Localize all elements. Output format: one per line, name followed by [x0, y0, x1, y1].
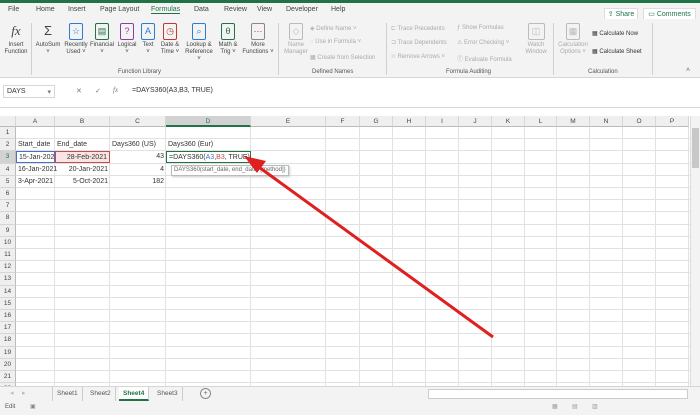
page-layout-view-icon[interactable]: ▤	[572, 403, 578, 410]
annotation-arrow	[244, 156, 494, 339]
normal-view-icon[interactable]: ▦	[552, 403, 558, 410]
sheet-tab-sheet1[interactable]: Sheet1	[52, 387, 83, 401]
sheet-tab-bar: ◂ ▸ Sheet1 Sheet2 Sheet4 Sheet3 +	[0, 386, 700, 401]
next-sheet-icon[interactable]: ▸	[22, 389, 26, 397]
add-sheet-icon[interactable]: +	[200, 388, 211, 399]
sheet-tab-sheet2[interactable]: Sheet2	[86, 387, 116, 401]
sheet-tab-sheet4[interactable]: Sheet4	[119, 387, 150, 401]
macro-record-icon[interactable]: ▣	[30, 403, 36, 410]
vertical-scrollbar[interactable]	[690, 116, 700, 386]
status-bar: Edit ▣ ▦ ▤ ▥	[0, 401, 700, 415]
scroll-thumb[interactable]	[692, 128, 699, 168]
arrow-line	[255, 163, 494, 339]
prev-sheet-icon[interactable]: ◂	[10, 389, 14, 397]
status-mode: Edit	[5, 404, 16, 410]
sheet-tab-sheet3[interactable]: Sheet3	[153, 387, 183, 401]
page-break-view-icon[interactable]: ▥	[592, 403, 598, 410]
horizontal-scrollbar[interactable]	[428, 389, 688, 399]
